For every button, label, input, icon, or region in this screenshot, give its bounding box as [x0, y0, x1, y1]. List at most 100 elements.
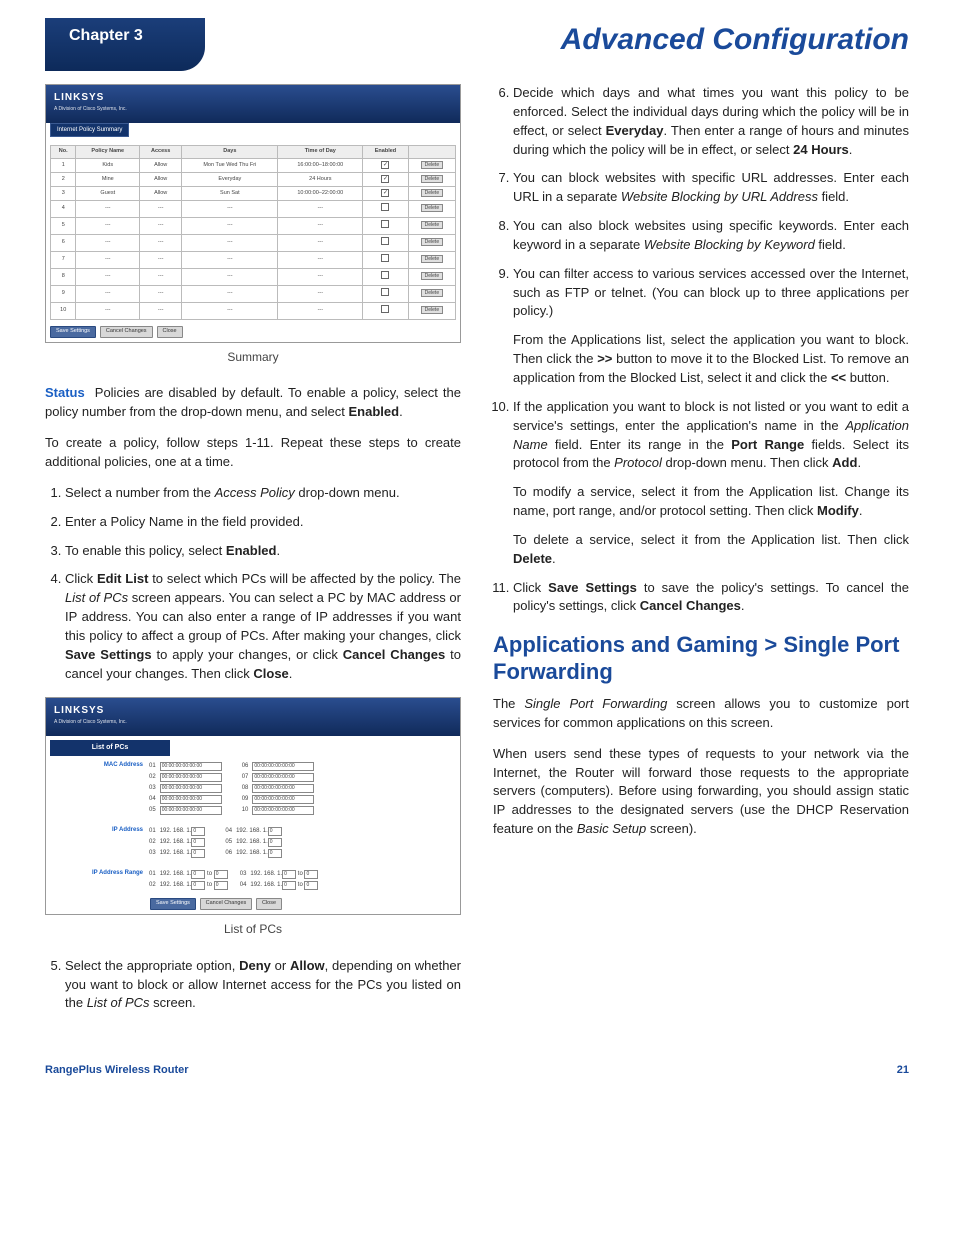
create-policy-paragraph: To create a policy, follow steps 1-11. R… [45, 434, 461, 472]
delete-button[interactable]: Delete [421, 306, 443, 314]
row-index: 04 [238, 880, 249, 891]
ip-input[interactable]: 0 [268, 827, 282, 836]
range-from-input[interactable]: 0 [282, 881, 296, 890]
table-row: 3GuestAllowSun Sat10:00:00–22:00:00✓Dele… [51, 187, 456, 201]
table-cell [363, 286, 409, 303]
table-cell: Mine [76, 173, 140, 187]
enabled-checkbox[interactable] [381, 271, 389, 279]
mac-input[interactable]: 00:00:00:00:00:00 [160, 773, 222, 782]
table-cell: 10:00:00–22:00:00 [278, 187, 363, 201]
row-index: 04 [223, 826, 234, 837]
enabled-checkbox[interactable]: ✓ [381, 189, 389, 197]
enabled-checkbox[interactable] [381, 237, 389, 245]
table-cell: Kids [76, 159, 140, 173]
table-cell: --- [182, 286, 278, 303]
mac-input[interactable]: 00:00:00:00:00:00 [160, 795, 222, 804]
table-cell: ✓ [363, 187, 409, 201]
table-cell: 3 [51, 187, 76, 201]
enabled-checkbox[interactable] [381, 305, 389, 313]
table-cell: --- [182, 201, 278, 218]
save-settings-button[interactable]: Save Settings [150, 898, 196, 910]
range-to-input[interactable]: 0 [304, 881, 318, 890]
enabled-checkbox[interactable] [381, 203, 389, 211]
table-cell: --- [182, 269, 278, 286]
delete-button[interactable]: Delete [421, 272, 443, 280]
table-row: 0300:00:00:00:00:000800:00:00:00:00:00 [147, 783, 316, 794]
row-index: 02 [147, 772, 158, 783]
ip-prefix: 192. 168. 1. [236, 839, 268, 845]
table-cell: Delete [408, 286, 455, 303]
table-cell: 16:00:00–18:00:00 [278, 159, 363, 173]
ip-input[interactable]: 0 [191, 827, 205, 836]
table-cell: --- [76, 235, 140, 252]
table-cell: --- [76, 218, 140, 235]
enabled-checkbox[interactable] [381, 254, 389, 262]
mac-address-label: MAC Address [50, 760, 145, 817]
enabled-checkbox[interactable]: ✓ [381, 175, 389, 183]
ip-input[interactable]: 0 [268, 838, 282, 847]
delete-button[interactable]: Delete [421, 161, 443, 169]
step-5: Select the appropriate option, Deny or A… [65, 957, 461, 1014]
mac-input[interactable]: 00:00:00:00:00:00 [252, 795, 314, 804]
cancel-changes-button[interactable]: Cancel Changes [100, 326, 153, 338]
ip-input[interactable]: 0 [191, 838, 205, 847]
delete-button[interactable]: Delete [421, 255, 443, 263]
delete-button[interactable]: Delete [421, 204, 443, 212]
ip-range-label: IP Address Range [50, 868, 145, 892]
enabled-checkbox[interactable]: ✓ [381, 161, 389, 169]
table-cell: --- [140, 303, 182, 320]
row-index: 01 [147, 826, 158, 837]
ip-input[interactable]: 0 [268, 849, 282, 858]
ip-input[interactable]: 0 [191, 849, 205, 858]
figure-header: LINKSYS A Division of Cisco Systems, Inc… [46, 698, 460, 736]
mac-input[interactable]: 00:00:00:00:00:00 [252, 762, 314, 771]
figure-caption: List of PCs [45, 921, 461, 938]
range-from-input[interactable]: 0 [282, 870, 296, 879]
table-cell: --- [278, 218, 363, 235]
table-cell: Sun Sat [182, 187, 278, 201]
footer-product: RangePlus Wireless Router [45, 1063, 189, 1079]
range-from-input[interactable]: 0 [191, 881, 205, 890]
table-cell: Delete [408, 187, 455, 201]
mac-input[interactable]: 00:00:00:00:00:00 [160, 762, 222, 771]
table-cell: Everyday [182, 173, 278, 187]
list-of-pcs-heading: List of PCs [50, 740, 170, 756]
range-from-input[interactable]: 0 [191, 870, 205, 879]
mac-input[interactable]: 00:00:00:00:00:00 [252, 806, 314, 815]
mac-input[interactable]: 00:00:00:00:00:00 [160, 806, 222, 815]
delete-button[interactable]: Delete [421, 189, 443, 197]
spf-paragraph-2: When users send these types of requests … [493, 745, 909, 839]
mac-input[interactable]: 00:00:00:00:00:00 [252, 773, 314, 782]
table-cell: --- [182, 235, 278, 252]
table-header [408, 146, 455, 159]
enabled-checkbox[interactable] [381, 288, 389, 296]
enabled-checkbox[interactable] [381, 220, 389, 228]
close-button[interactable]: Close [256, 898, 282, 910]
to-label: to [296, 882, 304, 888]
table-cell: 1 [51, 159, 76, 173]
range-to-input[interactable]: 0 [304, 870, 318, 879]
steps-list-left: Select a number from the Access Policy d… [45, 484, 461, 684]
save-settings-button[interactable]: Save Settings [50, 326, 96, 338]
table-cell: 5 [51, 218, 76, 235]
table-cell [363, 201, 409, 218]
table-cell: 10 [51, 303, 76, 320]
table-cell: 9 [51, 286, 76, 303]
range-to-input[interactable]: 0 [214, 870, 228, 879]
mac-input[interactable]: 00:00:00:00:00:00 [252, 784, 314, 793]
spf-paragraph-1: The Single Port Forwarding screen allows… [493, 695, 909, 733]
table-cell: Delete [408, 218, 455, 235]
mac-input[interactable]: 00:00:00:00:00:00 [160, 784, 222, 793]
delete-button[interactable]: Delete [421, 289, 443, 297]
delete-button[interactable]: Delete [421, 221, 443, 229]
table-cell: 7 [51, 252, 76, 269]
delete-button[interactable]: Delete [421, 175, 443, 183]
table-row: 2MineAllowEveryday24 Hours✓Delete [51, 173, 456, 187]
ip-address-label: IP Address [50, 825, 145, 860]
linksys-logo: LINKSYS [54, 704, 452, 719]
cancel-changes-button[interactable]: Cancel Changes [200, 898, 253, 910]
page-footer: RangePlus Wireless Router 21 [45, 1063, 909, 1079]
delete-button[interactable]: Delete [421, 238, 443, 246]
close-button[interactable]: Close [157, 326, 183, 338]
range-to-input[interactable]: 0 [214, 881, 228, 890]
